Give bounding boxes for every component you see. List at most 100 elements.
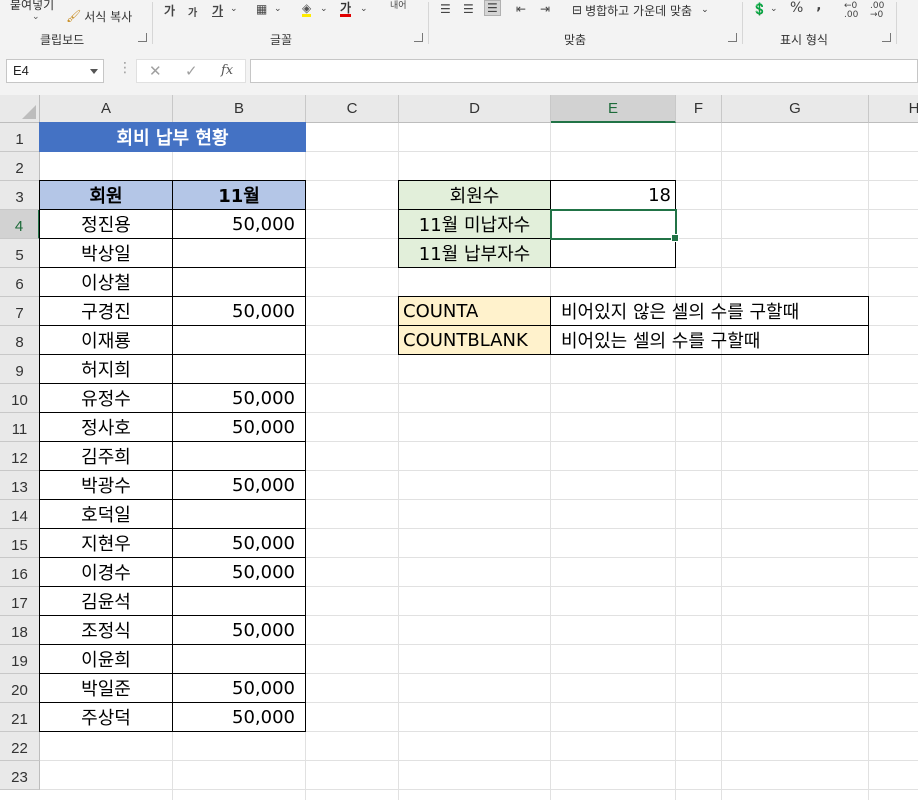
row-header-8[interactable]: 8 <box>0 326 40 355</box>
member-name[interactable]: 정진용 <box>39 209 173 239</box>
accounting-format-icon[interactable]: 💲 <box>752 2 767 16</box>
member-name[interactable]: 김주희 <box>39 441 173 471</box>
fill-color-dropdown-icon[interactable]: ⌄ <box>320 4 328 14</box>
member-name[interactable]: 박광수 <box>39 470 173 500</box>
formula-input[interactable] <box>250 59 918 83</box>
row-header-22[interactable]: 22 <box>0 732 40 761</box>
member-name[interactable]: 이상철 <box>39 267 173 297</box>
row-header-1[interactable]: 1 <box>0 123 40 152</box>
function-name[interactable]: COUNTBLANK <box>398 325 551 355</box>
header-month[interactable]: 11월 <box>172 180 306 210</box>
row-header-12[interactable]: 12 <box>0 442 40 471</box>
row-header-3[interactable]: 3 <box>0 181 40 210</box>
function-description[interactable]: 비어있는 셀의 수를 구할때 <box>550 325 869 355</box>
row-header-18[interactable]: 18 <box>0 616 40 645</box>
row-header-7[interactable]: 7 <box>0 297 40 326</box>
enter-icon[interactable]: ✓ <box>185 62 198 80</box>
member-amount[interactable]: 50,000 <box>172 702 306 732</box>
row-header-23[interactable]: 23 <box>0 761 40 790</box>
member-amount[interactable] <box>172 499 306 529</box>
member-amount[interactable]: 50,000 <box>172 296 306 326</box>
summary-label[interactable]: 회원수 <box>398 180 551 210</box>
column-header-h[interactable]: H <box>869 95 918 123</box>
row-header-10[interactable]: 10 <box>0 384 40 413</box>
phonetic-guide-button[interactable]: 가 <box>212 2 223 19</box>
worksheet-grid[interactable]: A B C D E F G H 1 2 3 4 5 6 7 8 9 10 11 12 13 14 15 16 17 18 19 20 2… <box>0 95 918 800</box>
member-name[interactable]: 유정수 <box>39 383 173 413</box>
row-header-20[interactable]: 20 <box>0 674 40 703</box>
font-color-dropdown-icon[interactable]: ⌄ <box>360 4 368 14</box>
accounting-dropdown-icon[interactable]: ⌄ <box>770 4 778 14</box>
member-amount[interactable]: 50,000 <box>172 412 306 442</box>
row-header-15[interactable]: 15 <box>0 529 40 558</box>
clipboard-launcher-icon[interactable] <box>138 33 147 42</box>
member-amount[interactable] <box>172 441 306 471</box>
row-header-11[interactable]: 11 <box>0 413 40 442</box>
select-all-corner[interactable] <box>0 95 40 123</box>
member-name[interactable]: 박상일 <box>39 238 173 268</box>
member-name[interactable]: 정사호 <box>39 412 173 442</box>
member-name[interactable]: 주상덕 <box>39 702 173 732</box>
member-name[interactable]: 박일준 <box>39 673 173 703</box>
function-description[interactable]: 비어있지 않은 셀의 수를 구할때 <box>550 296 869 326</box>
column-header-e[interactable]: E <box>551 95 676 123</box>
header-member[interactable]: 회원 <box>39 180 173 210</box>
member-amount[interactable]: 50,000 <box>172 470 306 500</box>
member-amount[interactable] <box>172 586 306 616</box>
member-name[interactable]: 이윤희 <box>39 644 173 674</box>
number-launcher-icon[interactable] <box>882 33 891 42</box>
align-center-icon[interactable]: ☰ <box>463 2 474 16</box>
member-name[interactable]: 조정식 <box>39 615 173 645</box>
align-right-icon[interactable]: ☰ <box>484 0 501 16</box>
merge-center-button[interactable]: ⊟ 병합하고 가운데 맞춤 ⌄ <box>572 0 709 20</box>
row-header-16[interactable]: 16 <box>0 558 40 587</box>
alignment-launcher-icon[interactable] <box>728 33 737 42</box>
row-header-13[interactable]: 13 <box>0 471 40 500</box>
member-name[interactable]: 이재룡 <box>39 325 173 355</box>
row-header-2[interactable]: 2 <box>0 152 40 181</box>
name-box-dropdown-icon[interactable] <box>90 69 98 74</box>
comma-style-button[interactable]: ‚ <box>816 0 821 14</box>
summary-label[interactable]: 11월 납부자수 <box>398 238 551 268</box>
align-left-icon[interactable]: ☰ <box>440 2 451 16</box>
member-name[interactable]: 호덕일 <box>39 499 173 529</box>
decrease-indent-icon[interactable]: ⇤ <box>516 2 526 16</box>
summary-value[interactable] <box>550 238 676 268</box>
column-header-a[interactable]: A <box>40 95 173 123</box>
member-amount[interactable] <box>172 238 306 268</box>
borders-icon[interactable]: ▦ <box>256 2 267 16</box>
member-amount[interactable]: 50,000 <box>172 615 306 645</box>
decrease-decimal-icon[interactable]: .00 →0 <box>870 2 884 20</box>
fill-color-icon[interactable]: ◈ <box>302 2 312 17</box>
format-painter-button[interactable]: 🖌 서식 복사 <box>66 6 132 26</box>
column-header-g[interactable]: G <box>722 95 869 123</box>
more-options-icon[interactable]: ⋮ <box>118 60 132 76</box>
row-header-4[interactable]: 4 <box>0 210 40 239</box>
member-amount[interactable] <box>172 644 306 674</box>
function-name[interactable]: COUNTA <box>398 296 551 326</box>
increase-decimal-icon[interactable]: ←0.00 <box>844 2 858 20</box>
member-amount[interactable]: 50,000 <box>172 673 306 703</box>
column-header-f[interactable]: F <box>676 95 722 123</box>
increase-font-size-button[interactable]: 가 <box>164 2 175 19</box>
font-color-button[interactable]: 가 <box>340 2 352 17</box>
member-name[interactable]: 구경진 <box>39 296 173 326</box>
paste-dropdown-icon[interactable]: ⌄ <box>32 12 40 22</box>
member-amount[interactable]: 50,000 <box>172 557 306 587</box>
increase-indent-icon[interactable]: ⇥ <box>540 2 550 16</box>
decrease-font-size-button[interactable]: 가 <box>188 4 197 19</box>
borders-dropdown-icon[interactable]: ⌄ <box>274 4 282 14</box>
row-header-14[interactable]: 14 <box>0 500 40 529</box>
insert-function-icon[interactable]: fx <box>221 63 233 78</box>
member-amount[interactable]: 50,000 <box>172 209 306 239</box>
column-header-b[interactable]: B <box>173 95 306 123</box>
cancel-icon[interactable]: ✕ <box>149 62 162 80</box>
row-header-21[interactable]: 21 <box>0 703 40 732</box>
column-header-c[interactable]: C <box>306 95 399 123</box>
summary-value[interactable]: 18 <box>550 180 676 210</box>
name-box[interactable]: E4 <box>6 59 104 83</box>
member-amount[interactable]: 50,000 <box>172 383 306 413</box>
member-name[interactable]: 이경수 <box>39 557 173 587</box>
member-name[interactable]: 허지희 <box>39 354 173 384</box>
row-header-19[interactable]: 19 <box>0 645 40 674</box>
